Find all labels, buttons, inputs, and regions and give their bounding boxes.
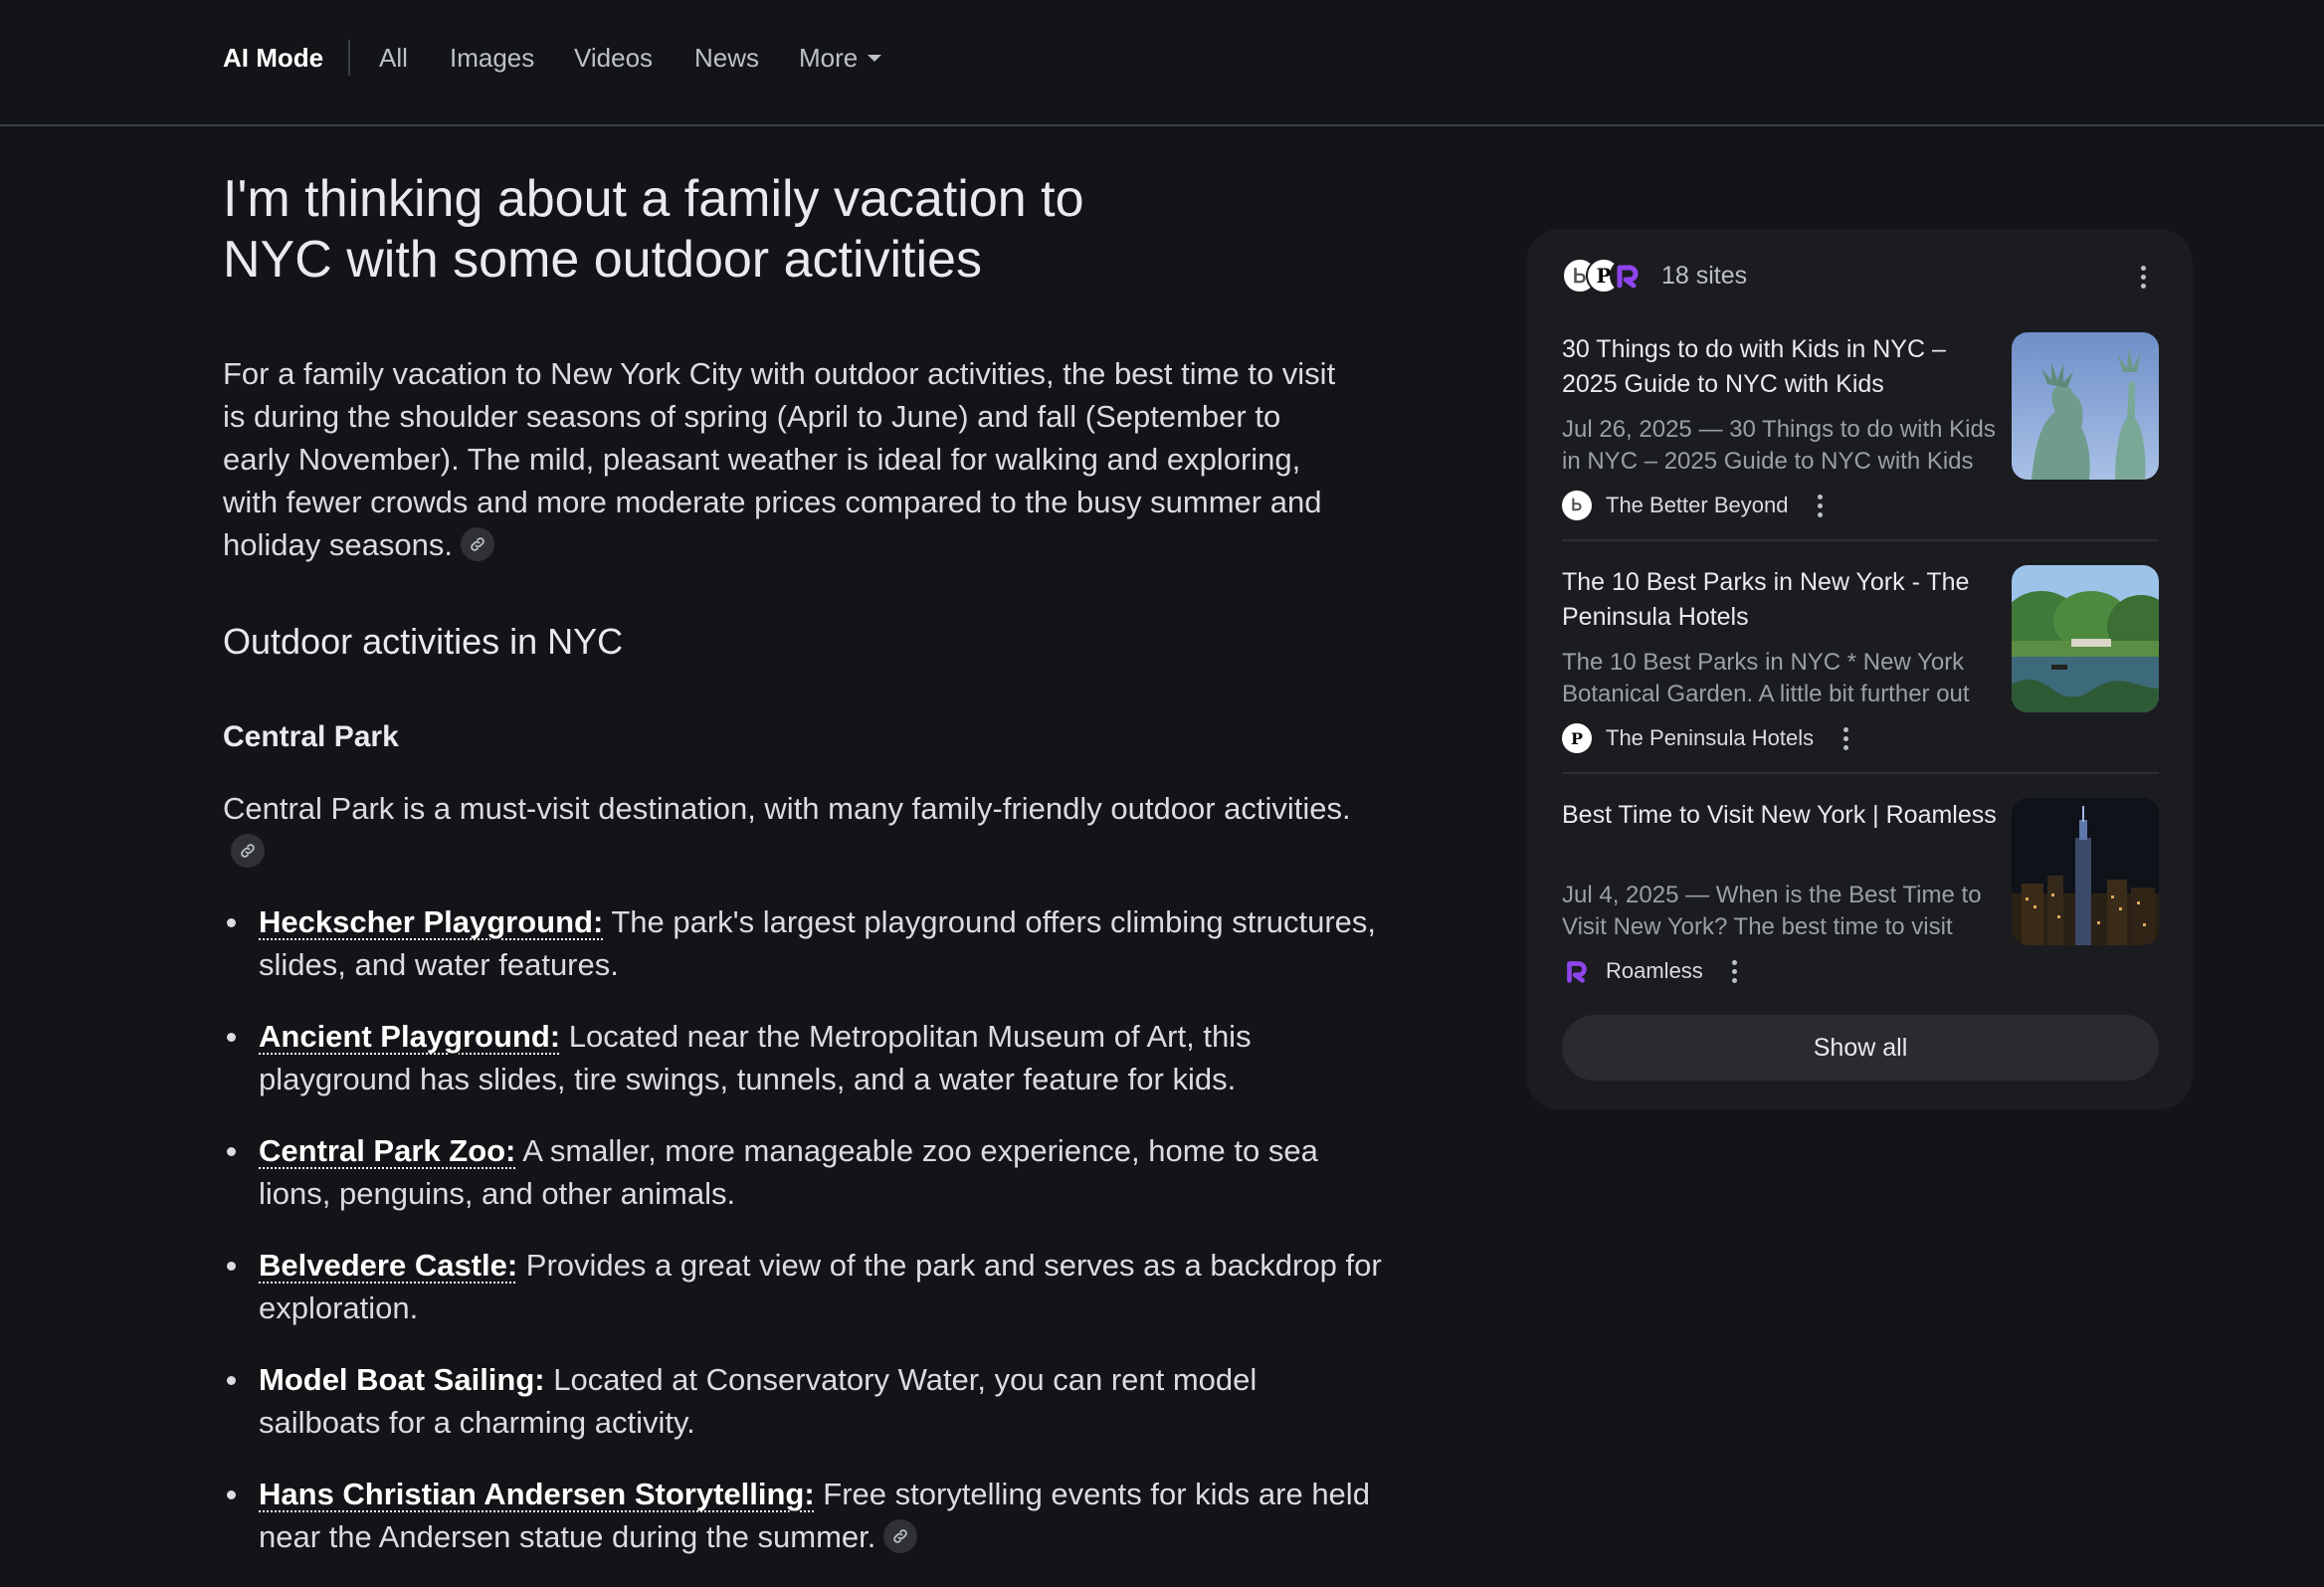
intro-text: For a family vacation to New York City w… [223, 356, 1336, 562]
tab-images[interactable]: Images [450, 40, 534, 76]
activity-term: Model Boat Sailing: [259, 1362, 545, 1397]
list-item: Central Park Zoo: A smaller, more manage… [223, 1129, 1387, 1215]
source-site-name: Roamless [1606, 958, 1703, 983]
peninsula-logo-icon: P [1562, 723, 1592, 753]
query-title: I'm thinking about a family vacation to … [223, 170, 1084, 289]
bullet-icon [227, 918, 236, 927]
activity-link[interactable]: Belvedere Castle: [259, 1248, 517, 1283]
sources-header[interactable]: Ꮟ P 18 sites [1562, 255, 1747, 297]
roamless-logo-icon [1562, 956, 1592, 986]
ai-answer: I'm thinking about a family vacation to … [223, 169, 1387, 1587]
tab-news[interactable]: News [694, 40, 759, 76]
tab-all[interactable]: All [379, 40, 408, 76]
bullet-icon [227, 1490, 236, 1499]
better-beyond-logo-icon: Ꮟ [1562, 491, 1592, 520]
source-title[interactable]: 30 Things to do with Kids in NYC – 2025 … [1562, 332, 2000, 402]
source-site: Roamless [1562, 953, 1749, 989]
citation-link-icon[interactable] [231, 833, 265, 868]
tab-videos[interactable]: Videos [574, 40, 653, 76]
show-all-button[interactable]: Show all [1562, 1015, 2159, 1081]
source-snippet: Jul 4, 2025 — When is the Best Time to V… [1562, 882, 1982, 940]
subsection-title: Central Park [223, 720, 399, 753]
citation-link-icon[interactable] [883, 1518, 918, 1553]
night-skyline-thumbnail [2012, 798, 2159, 945]
source-site-name: The Peninsula Hotels [1606, 725, 1815, 750]
roamless-logo-icon [1610, 258, 1646, 294]
more-options-icon[interactable] [2129, 259, 2157, 295]
subsection-intro: Central Park is a must-visit destination… [223, 787, 1387, 873]
activity-link[interactable]: Central Park Zoo: [259, 1133, 515, 1168]
list-item: Model Boat Sailing: Located at Conservat… [223, 1358, 1387, 1444]
source-snippet: The 10 Best Parks in NYC * New York Bota… [1562, 649, 1970, 707]
list-item: Hans Christian Andersen Storytelling: Fr… [223, 1473, 1387, 1558]
central-park-lake-thumbnail [2012, 565, 2159, 712]
source-card[interactable]: The 10 Best Parks in New York - The Peni… [1562, 565, 2159, 798]
more-options-icon[interactable] [1832, 720, 1859, 756]
tab-more[interactable]: More [799, 40, 882, 76]
bullet-icon [227, 1147, 236, 1156]
search-mode-nav: AI Mode All Images Videos News More [0, 0, 2324, 126]
activity-link[interactable]: Ancient Playground: [259, 1019, 560, 1054]
source-site: Ꮟ The Better Beyond [1562, 488, 1834, 523]
tab-more-label: More [799, 43, 859, 73]
bullet-icon [227, 1262, 236, 1271]
section-title: Outdoor activities in NYC [223, 621, 624, 662]
citation-link-icon[interactable] [460, 526, 494, 561]
nav-divider [348, 40, 350, 76]
list-item: Heckscher Playground: The park's largest… [223, 900, 1387, 986]
source-site: P The Peninsula Hotels [1562, 720, 1859, 756]
source-card[interactable]: Best Time to Visit New York | Roamless J… [1562, 798, 2159, 1031]
list-item: Belvedere Castle: Provides a great view … [223, 1244, 1387, 1329]
source-title[interactable]: The 10 Best Parks in New York - The Peni… [1562, 565, 2000, 635]
activity-list: Heckscher Playground: The park's largest… [223, 900, 1387, 1558]
intro-paragraph: For a family vacation to New York City w… [223, 352, 1347, 566]
caret-down-icon [868, 54, 882, 62]
more-options-icon[interactable] [1806, 488, 1834, 523]
source-title[interactable]: Best Time to Visit New York | Roamless [1562, 798, 2000, 833]
sources-panel: Ꮟ P 18 sites 30 Things to do with Kids i… [1526, 229, 2193, 1109]
source-favicons: Ꮟ P [1562, 258, 1646, 294]
sites-count: 18 sites [1661, 261, 1748, 290]
bullet-icon [227, 1033, 236, 1042]
subsection-intro-text: Central Park is a must-visit destination… [223, 791, 1351, 826]
activity-link[interactable]: Heckscher Playground: [259, 904, 603, 939]
bullet-icon [227, 1376, 236, 1385]
source-card[interactable]: 30 Things to do with Kids in NYC – 2025 … [1562, 332, 2159, 565]
divider [1562, 539, 2159, 541]
source-site-name: The Better Beyond [1606, 493, 1789, 517]
divider [1562, 772, 2159, 774]
more-options-icon[interactable] [1721, 953, 1749, 989]
activity-link[interactable]: Hans Christian Andersen Storytelling: [259, 1477, 815, 1511]
statue-of-liberty-thumbnail [2012, 332, 2159, 480]
tab-ai-mode[interactable]: AI Mode [223, 40, 323, 76]
source-snippet: Jul 26, 2025 — 30 Things to do with Kids… [1562, 416, 1996, 475]
list-item: Ancient Playground: Located near the Met… [223, 1015, 1387, 1100]
